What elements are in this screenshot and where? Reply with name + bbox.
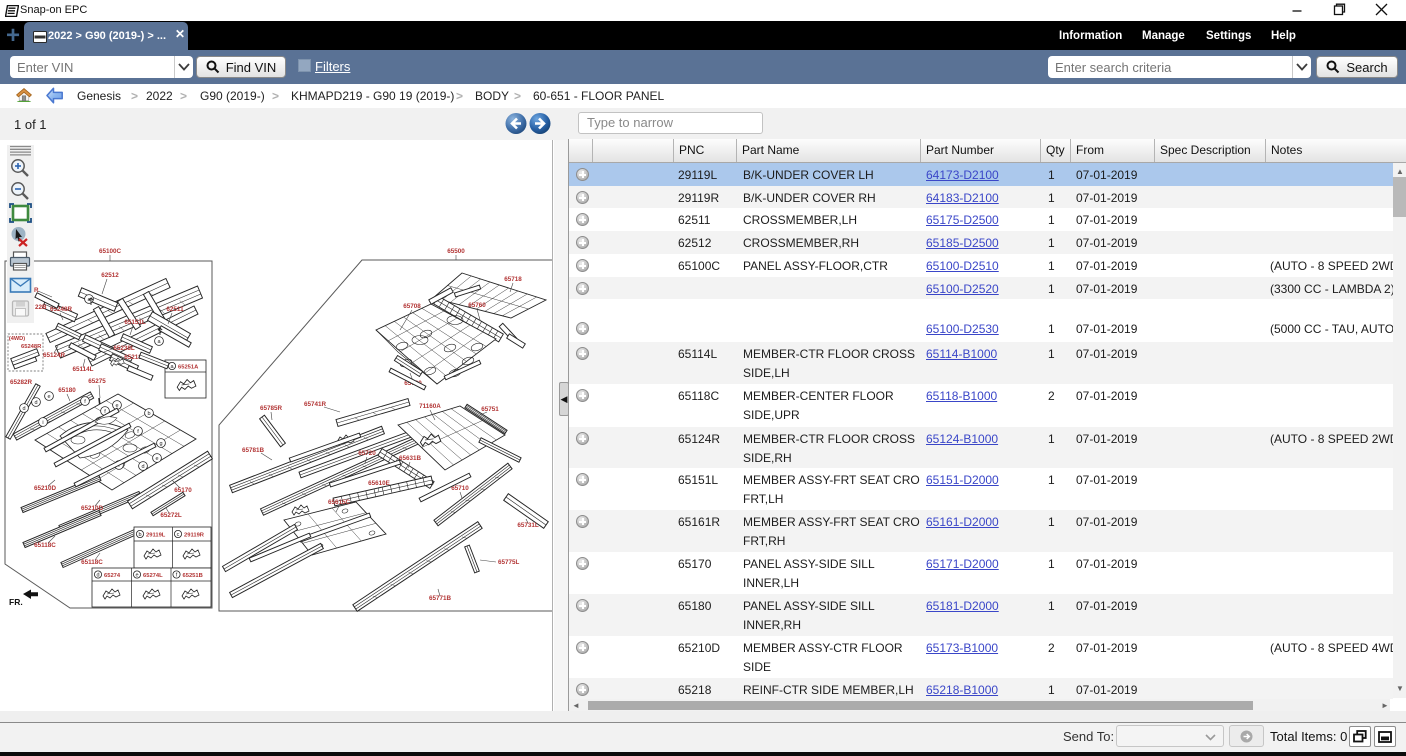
svg-text:65114L: 65114L [72,366,93,373]
svg-text:65151L: 65151L [124,319,146,326]
svg-text:65251A: 65251A [178,365,199,371]
svg-text:65751: 65751 [481,406,499,413]
svg-text:65615C: 65615C [328,499,351,506]
svg-text:65238L: 65238L [113,345,135,352]
svg-text:29119R: 29119R [184,533,205,539]
svg-text:e: e [155,456,158,462]
svg-text:62512: 62512 [101,272,119,279]
svg-text:d: d [141,464,144,470]
svg-text:65610E: 65610E [368,480,390,487]
svg-text:65100C: 65100C [99,248,122,255]
svg-text:65720: 65720 [358,450,376,457]
svg-text:62511: 62511 [166,306,184,313]
svg-text:65771B: 65771B [429,595,452,602]
svg-text:65210D: 65210D [81,505,104,512]
svg-text:65731L: 65731L [517,522,539,529]
svg-text:65210D: 65210D [34,485,57,492]
svg-text:65785R: 65785R [260,405,283,412]
svg-text:65282R: 65282R [10,379,33,386]
svg-text:65251B: 65251B [183,573,203,579]
svg-text:i: i [42,420,43,426]
svg-text:65500: 65500 [447,248,465,255]
svg-text:65180: 65180 [58,387,76,394]
svg-text:65708: 65708 [403,303,421,310]
svg-text:65118C: 65118C [81,559,103,566]
svg-text:e: e [135,573,138,579]
svg-text:65631B: 65631B [399,455,422,462]
svg-text:65760: 65760 [468,302,486,309]
svg-text:g: g [159,441,162,447]
svg-text:65272L: 65272L [160,512,182,519]
svg-text:65274: 65274 [104,573,121,579]
svg-text:65248R: 65248R [21,344,42,350]
svg-text:65170: 65170 [174,487,192,494]
svg-text:FR.: FR. [9,597,23,607]
svg-text:d: d [96,573,99,579]
svg-text:e: e [47,394,50,400]
svg-text:b: b [147,411,150,417]
svg-text:d: d [34,400,37,406]
svg-text:65248R: 65248R [50,306,73,313]
svg-text:22B: 22B [35,304,47,311]
svg-text:65710: 65710 [451,485,469,492]
svg-text:65775L: 65775L [498,559,520,566]
svg-text:d: d [22,406,25,412]
svg-text:65275: 65275 [88,378,106,385]
svg-text:65718: 65718 [504,276,522,283]
svg-text:c: c [177,532,180,538]
svg-text:b: b [138,532,141,538]
svg-text:71160A: 71160A [419,403,441,410]
svg-text:65274L: 65274L [143,573,163,579]
svg-text:65118C: 65118C [34,542,56,549]
svg-text:(4WD): (4WD) [9,336,25,342]
svg-text:65741R: 65741R [304,401,327,408]
svg-text:29119L: 29119L [146,533,166,539]
